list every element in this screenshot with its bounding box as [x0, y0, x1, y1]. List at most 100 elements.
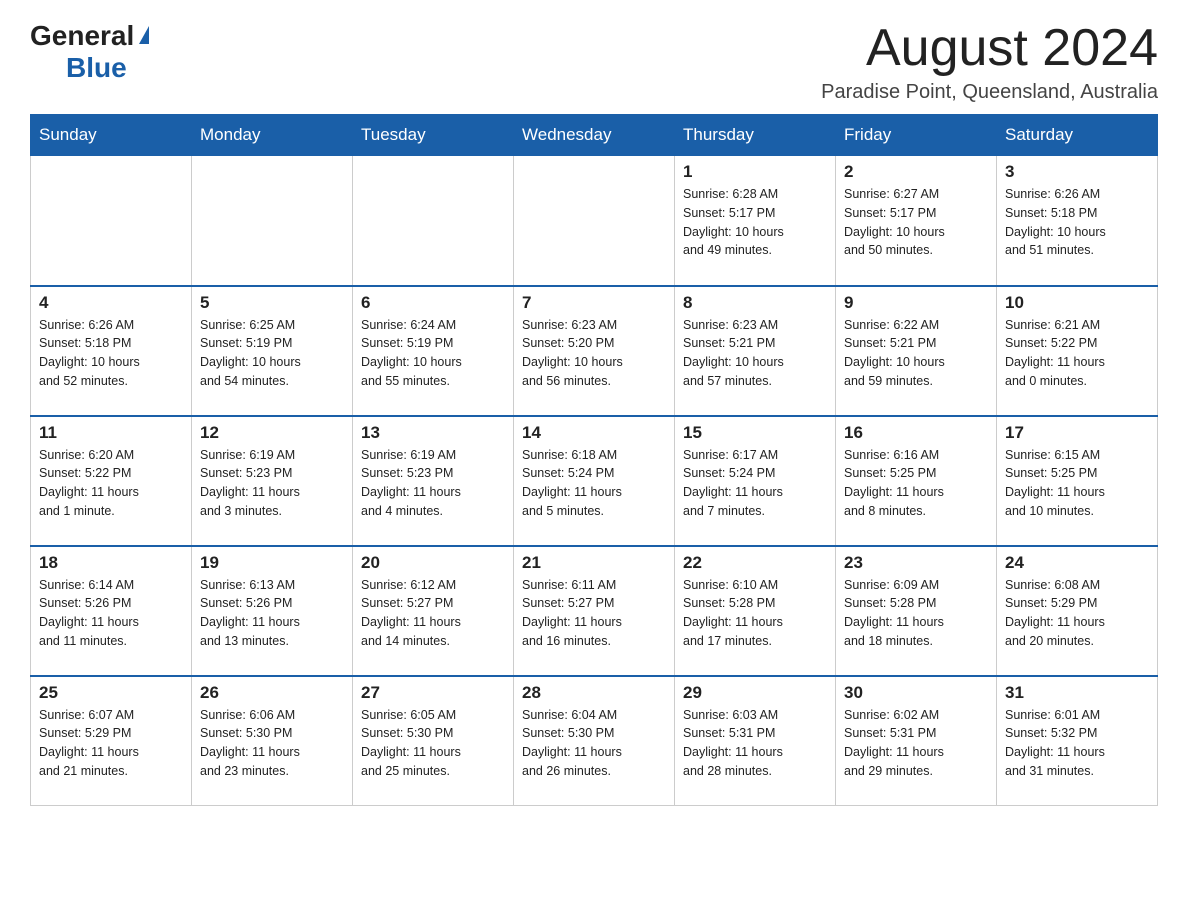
calendar-week-row: 18Sunrise: 6:14 AM Sunset: 5:26 PM Dayli…: [31, 546, 1158, 676]
table-row: [353, 156, 514, 286]
day-info: Sunrise: 6:11 AM Sunset: 5:27 PM Dayligh…: [522, 576, 666, 651]
calendar: Sunday Monday Tuesday Wednesday Thursday…: [30, 114, 1158, 806]
calendar-week-row: 25 Sunrise: 6:07 AM Sunset: 5:29 PM Dayli…: [31, 676, 1158, 806]
day-number: 18: [39, 553, 183, 573]
logo-triangle-icon: [139, 26, 149, 44]
table-row: 7Sunrise: 6:23 AM Sunset: 5:20 PM Daylig…: [514, 286, 675, 416]
table-row: [192, 156, 353, 286]
table-row: 22 Sunrise: 6:10 AM Sunset: 5:28 PM Dayli…: [675, 546, 836, 676]
day-number: 8: [683, 293, 827, 313]
day-number: 2: [844, 162, 988, 182]
day-info: Sunrise: 6:13 AM Sunset: 5:26 PM Dayligh…: [200, 576, 344, 651]
table-row: 8 Sunrise: 6:23 AM Sunset: 5:21 PM Daylig…: [675, 286, 836, 416]
logo: General Blue: [30, 20, 149, 84]
day-number: 31: [1005, 683, 1149, 703]
day-number: 27: [361, 683, 505, 703]
day-number: 25: [39, 683, 183, 703]
table-row: 26 Sunrise: 6:06 AM Sunset: 5:30 PM Dayli…: [192, 676, 353, 806]
table-row: 4 Sunrise: 6:26 AM Sunset: 5:18 PM Daylig…: [31, 286, 192, 416]
day-number: 17: [1005, 423, 1149, 443]
day-number: 15: [683, 423, 827, 443]
table-row: 29 Sunrise: 6:03 AM Sunset: 5:31 PM Dayli…: [675, 676, 836, 806]
day-info: Sunrise: 6:04 AM Sunset: 5:30 PM Dayligh…: [522, 706, 666, 781]
day-info: Sunrise: 6:25 AM Sunset: 5:19 PM Dayligh…: [200, 316, 344, 391]
col-tuesday: Tuesday: [353, 115, 514, 156]
day-info: Sunrise: 6:19 AM Sunset: 5:23 PM Dayligh…: [361, 446, 505, 521]
day-info: Sunrise: 6:20 AM Sunset: 5:22 PM Dayligh…: [39, 446, 183, 521]
day-info: Sunrise: 6:18 AM Sunset: 5:24 PM Dayligh…: [522, 446, 666, 521]
table-row: 14Sunrise: 6:18 AM Sunset: 5:24 PM Dayli…: [514, 416, 675, 546]
table-row: 9 Sunrise: 6:22 AM Sunset: 5:21 PM Daylig…: [836, 286, 997, 416]
day-number: 6: [361, 293, 505, 313]
day-info: Sunrise: 6:19 AM Sunset: 5:23 PM Dayligh…: [200, 446, 344, 521]
header: General Blue August 2024 Paradise Point,…: [30, 20, 1158, 104]
table-row: 16 Sunrise: 6:16 AM Sunset: 5:25 PM Dayli…: [836, 416, 997, 546]
day-info: Sunrise: 6:01 AM Sunset: 5:32 PM Dayligh…: [1005, 706, 1149, 781]
col-saturday: Saturday: [997, 115, 1158, 156]
day-info: Sunrise: 6:22 AM Sunset: 5:21 PM Dayligh…: [844, 316, 988, 391]
day-info: Sunrise: 6:17 AM Sunset: 5:24 PM Dayligh…: [683, 446, 827, 521]
table-row: 27Sunrise: 6:05 AM Sunset: 5:30 PM Dayli…: [353, 676, 514, 806]
day-number: 10: [1005, 293, 1149, 313]
col-sunday: Sunday: [31, 115, 192, 156]
day-info: Sunrise: 6:02 AM Sunset: 5:31 PM Dayligh…: [844, 706, 988, 781]
table-row: 5Sunrise: 6:25 AM Sunset: 5:19 PM Daylig…: [192, 286, 353, 416]
day-number: 28: [522, 683, 666, 703]
table-row: 28 Sunrise: 6:04 AM Sunset: 5:30 PM Dayli…: [514, 676, 675, 806]
table-row: 25 Sunrise: 6:07 AM Sunset: 5:29 PM Dayli…: [31, 676, 192, 806]
table-row: 23 Sunrise: 6:09 AM Sunset: 5:28 PM Dayli…: [836, 546, 997, 676]
table-row: 31 Sunrise: 6:01 AM Sunset: 5:32 PM Dayli…: [997, 676, 1158, 806]
table-row: 3 Sunrise: 6:26 AM Sunset: 5:18 PM Daylig…: [997, 156, 1158, 286]
table-row: 13Sunrise: 6:19 AM Sunset: 5:23 PM Dayli…: [353, 416, 514, 546]
day-number: 1: [683, 162, 827, 182]
day-info: Sunrise: 6:27 AM Sunset: 5:17 PM Dayligh…: [844, 185, 988, 260]
day-info: Sunrise: 6:26 AM Sunset: 5:18 PM Dayligh…: [1005, 185, 1149, 260]
day-info: Sunrise: 6:03 AM Sunset: 5:31 PM Dayligh…: [683, 706, 827, 781]
logo-blue: Blue: [66, 52, 127, 83]
day-number: 9: [844, 293, 988, 313]
day-info: Sunrise: 6:15 AM Sunset: 5:25 PM Dayligh…: [1005, 446, 1149, 521]
day-number: 16: [844, 423, 988, 443]
table-row: 15 Sunrise: 6:17 AM Sunset: 5:24 PM Dayli…: [675, 416, 836, 546]
table-row: 1 Sunrise: 6:28 AM Sunset: 5:17 PM Daylig…: [675, 156, 836, 286]
day-number: 3: [1005, 162, 1149, 182]
day-number: 23: [844, 553, 988, 573]
table-row: 10Sunrise: 6:21 AM Sunset: 5:22 PM Dayli…: [997, 286, 1158, 416]
location: Paradise Point, Queensland, Australia: [821, 81, 1158, 104]
day-number: 21: [522, 553, 666, 573]
day-number: 4: [39, 293, 183, 313]
day-info: Sunrise: 6:16 AM Sunset: 5:25 PM Dayligh…: [844, 446, 988, 521]
day-info: Sunrise: 6:10 AM Sunset: 5:28 PM Dayligh…: [683, 576, 827, 651]
table-row: 20Sunrise: 6:12 AM Sunset: 5:27 PM Dayli…: [353, 546, 514, 676]
calendar-week-row: 1 Sunrise: 6:28 AM Sunset: 5:17 PM Daylig…: [31, 156, 1158, 286]
table-row: [514, 156, 675, 286]
day-number: 12: [200, 423, 344, 443]
day-number: 11: [39, 423, 183, 443]
table-row: 24 Sunrise: 6:08 AM Sunset: 5:29 PM Dayli…: [997, 546, 1158, 676]
calendar-week-row: 11 Sunrise: 6:20 AM Sunset: 5:22 PM Dayli…: [31, 416, 1158, 546]
table-row: 18Sunrise: 6:14 AM Sunset: 5:26 PM Dayli…: [31, 546, 192, 676]
table-row: 17 Sunrise: 6:15 AM Sunset: 5:25 PM Dayli…: [997, 416, 1158, 546]
col-thursday: Thursday: [675, 115, 836, 156]
col-friday: Friday: [836, 115, 997, 156]
table-row: 6 Sunrise: 6:24 AM Sunset: 5:19 PM Daylig…: [353, 286, 514, 416]
day-number: 26: [200, 683, 344, 703]
day-info: Sunrise: 6:28 AM Sunset: 5:17 PM Dayligh…: [683, 185, 827, 260]
calendar-week-row: 4 Sunrise: 6:26 AM Sunset: 5:18 PM Daylig…: [31, 286, 1158, 416]
day-info: Sunrise: 6:24 AM Sunset: 5:19 PM Dayligh…: [361, 316, 505, 391]
table-row: 21 Sunrise: 6:11 AM Sunset: 5:27 PM Dayli…: [514, 546, 675, 676]
day-info: Sunrise: 6:26 AM Sunset: 5:18 PM Dayligh…: [39, 316, 183, 391]
day-number: 29: [683, 683, 827, 703]
table-row: [31, 156, 192, 286]
day-info: Sunrise: 6:07 AM Sunset: 5:29 PM Dayligh…: [39, 706, 183, 781]
day-info: Sunrise: 6:08 AM Sunset: 5:29 PM Dayligh…: [1005, 576, 1149, 651]
table-row: 2 Sunrise: 6:27 AM Sunset: 5:17 PM Daylig…: [836, 156, 997, 286]
day-info: Sunrise: 6:12 AM Sunset: 5:27 PM Dayligh…: [361, 576, 505, 651]
table-row: 11 Sunrise: 6:20 AM Sunset: 5:22 PM Dayli…: [31, 416, 192, 546]
day-number: 22: [683, 553, 827, 573]
day-info: Sunrise: 6:09 AM Sunset: 5:28 PM Dayligh…: [844, 576, 988, 651]
day-number: 24: [1005, 553, 1149, 573]
col-wednesday: Wednesday: [514, 115, 675, 156]
day-info: Sunrise: 6:06 AM Sunset: 5:30 PM Dayligh…: [200, 706, 344, 781]
day-info: Sunrise: 6:23 AM Sunset: 5:21 PM Dayligh…: [683, 316, 827, 391]
